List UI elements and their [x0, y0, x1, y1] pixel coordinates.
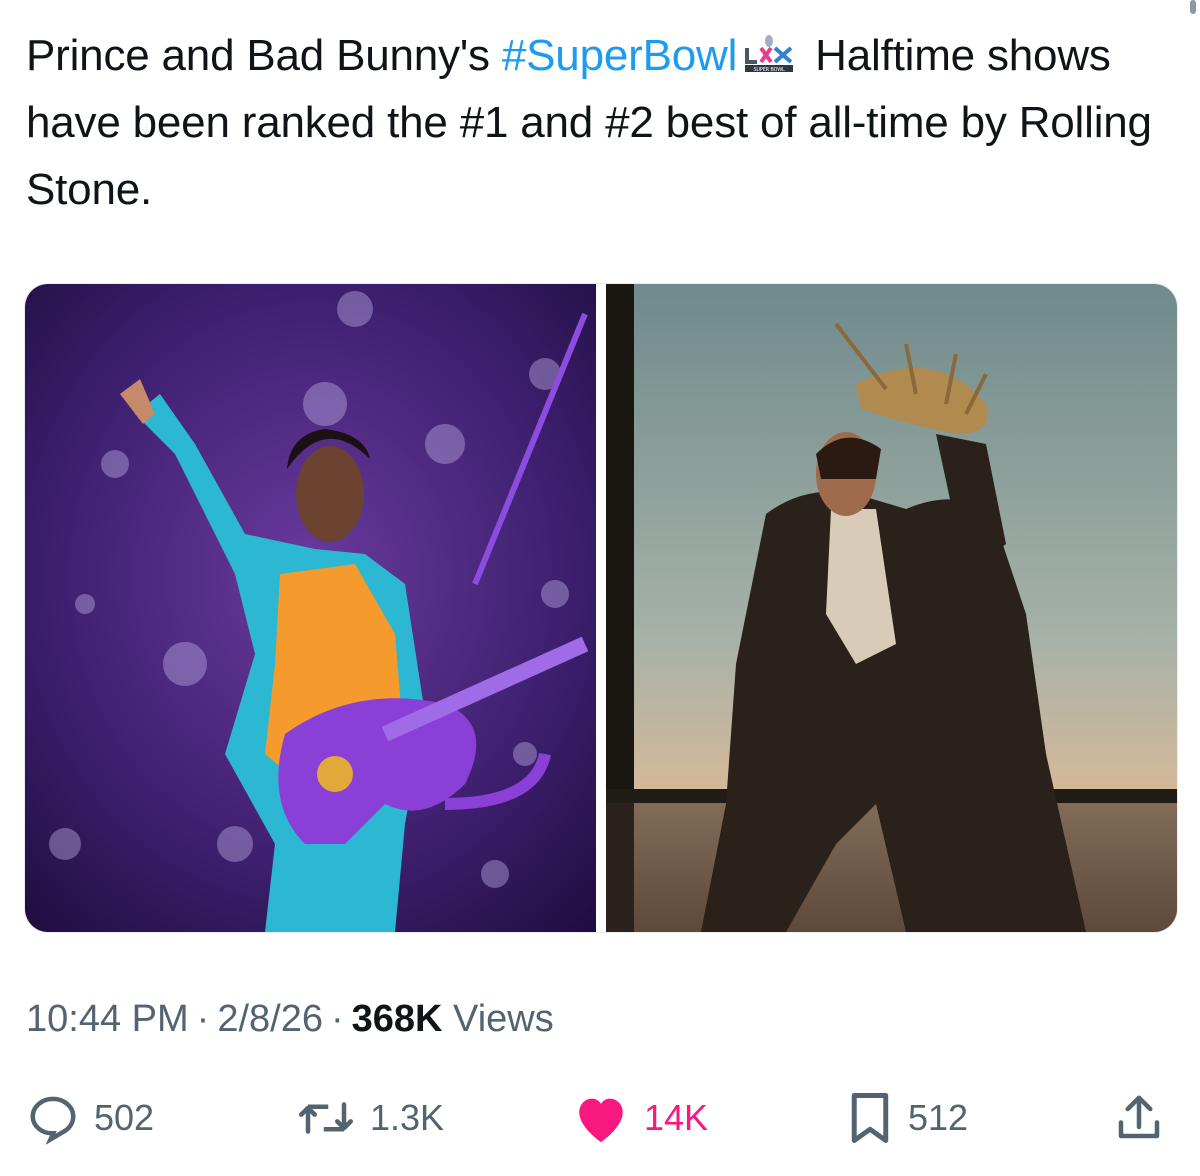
repost-count: 1.3K [370, 1097, 445, 1138]
prince-performing-photo[interactable] [25, 284, 596, 932]
like-count: 14K [644, 1097, 709, 1138]
action-bar: 502 1.3K 14K 512 [0, 1088, 1200, 1148]
reply-button[interactable]: 502 [26, 1088, 154, 1148]
bookmark-icon [846, 1091, 894, 1145]
bookmark-count: 512 [908, 1097, 969, 1138]
meta-separator-2: · [330, 998, 344, 1040]
tweet-time[interactable]: 10:44 PM [26, 998, 189, 1040]
share-icon [1112, 1091, 1166, 1145]
bookmark-button[interactable]: 512 [846, 1088, 968, 1148]
meta-separator: · [196, 998, 210, 1040]
super-bowl-lx-icon: SUPER BOWL [741, 28, 797, 73]
reply-icon [26, 1091, 80, 1145]
reply-count: 502 [94, 1097, 155, 1138]
tweet-text-part-1: Prince and Bad Bunny's [26, 31, 502, 80]
tweet-meta: 10:44 PM · 2/8/26 · 368K Views [26, 998, 554, 1041]
share-button[interactable] [1112, 1088, 1166, 1148]
repost-icon [296, 1091, 356, 1145]
scrollbar[interactable] [1190, 0, 1196, 14]
super-bowl-emoji-text: SUPER BOWL [754, 67, 785, 73]
views-count[interactable]: 368K [352, 998, 443, 1040]
media-grid [24, 283, 1178, 933]
bad-bunny-straw-hat-photo[interactable] [606, 284, 1177, 932]
repost-button[interactable]: 1.3K [296, 1088, 444, 1148]
like-button[interactable]: 14K [572, 1088, 708, 1148]
views-label[interactable]: Views [453, 998, 554, 1040]
tweet-date[interactable]: 2/8/26 [217, 998, 323, 1040]
superbowl-hashtag-link[interactable]: #SuperBowl [502, 31, 737, 80]
heart-icon [572, 1091, 630, 1145]
tweet-text: Prince and Bad Bunny's #SuperBowl SUPER B… [26, 22, 1156, 223]
